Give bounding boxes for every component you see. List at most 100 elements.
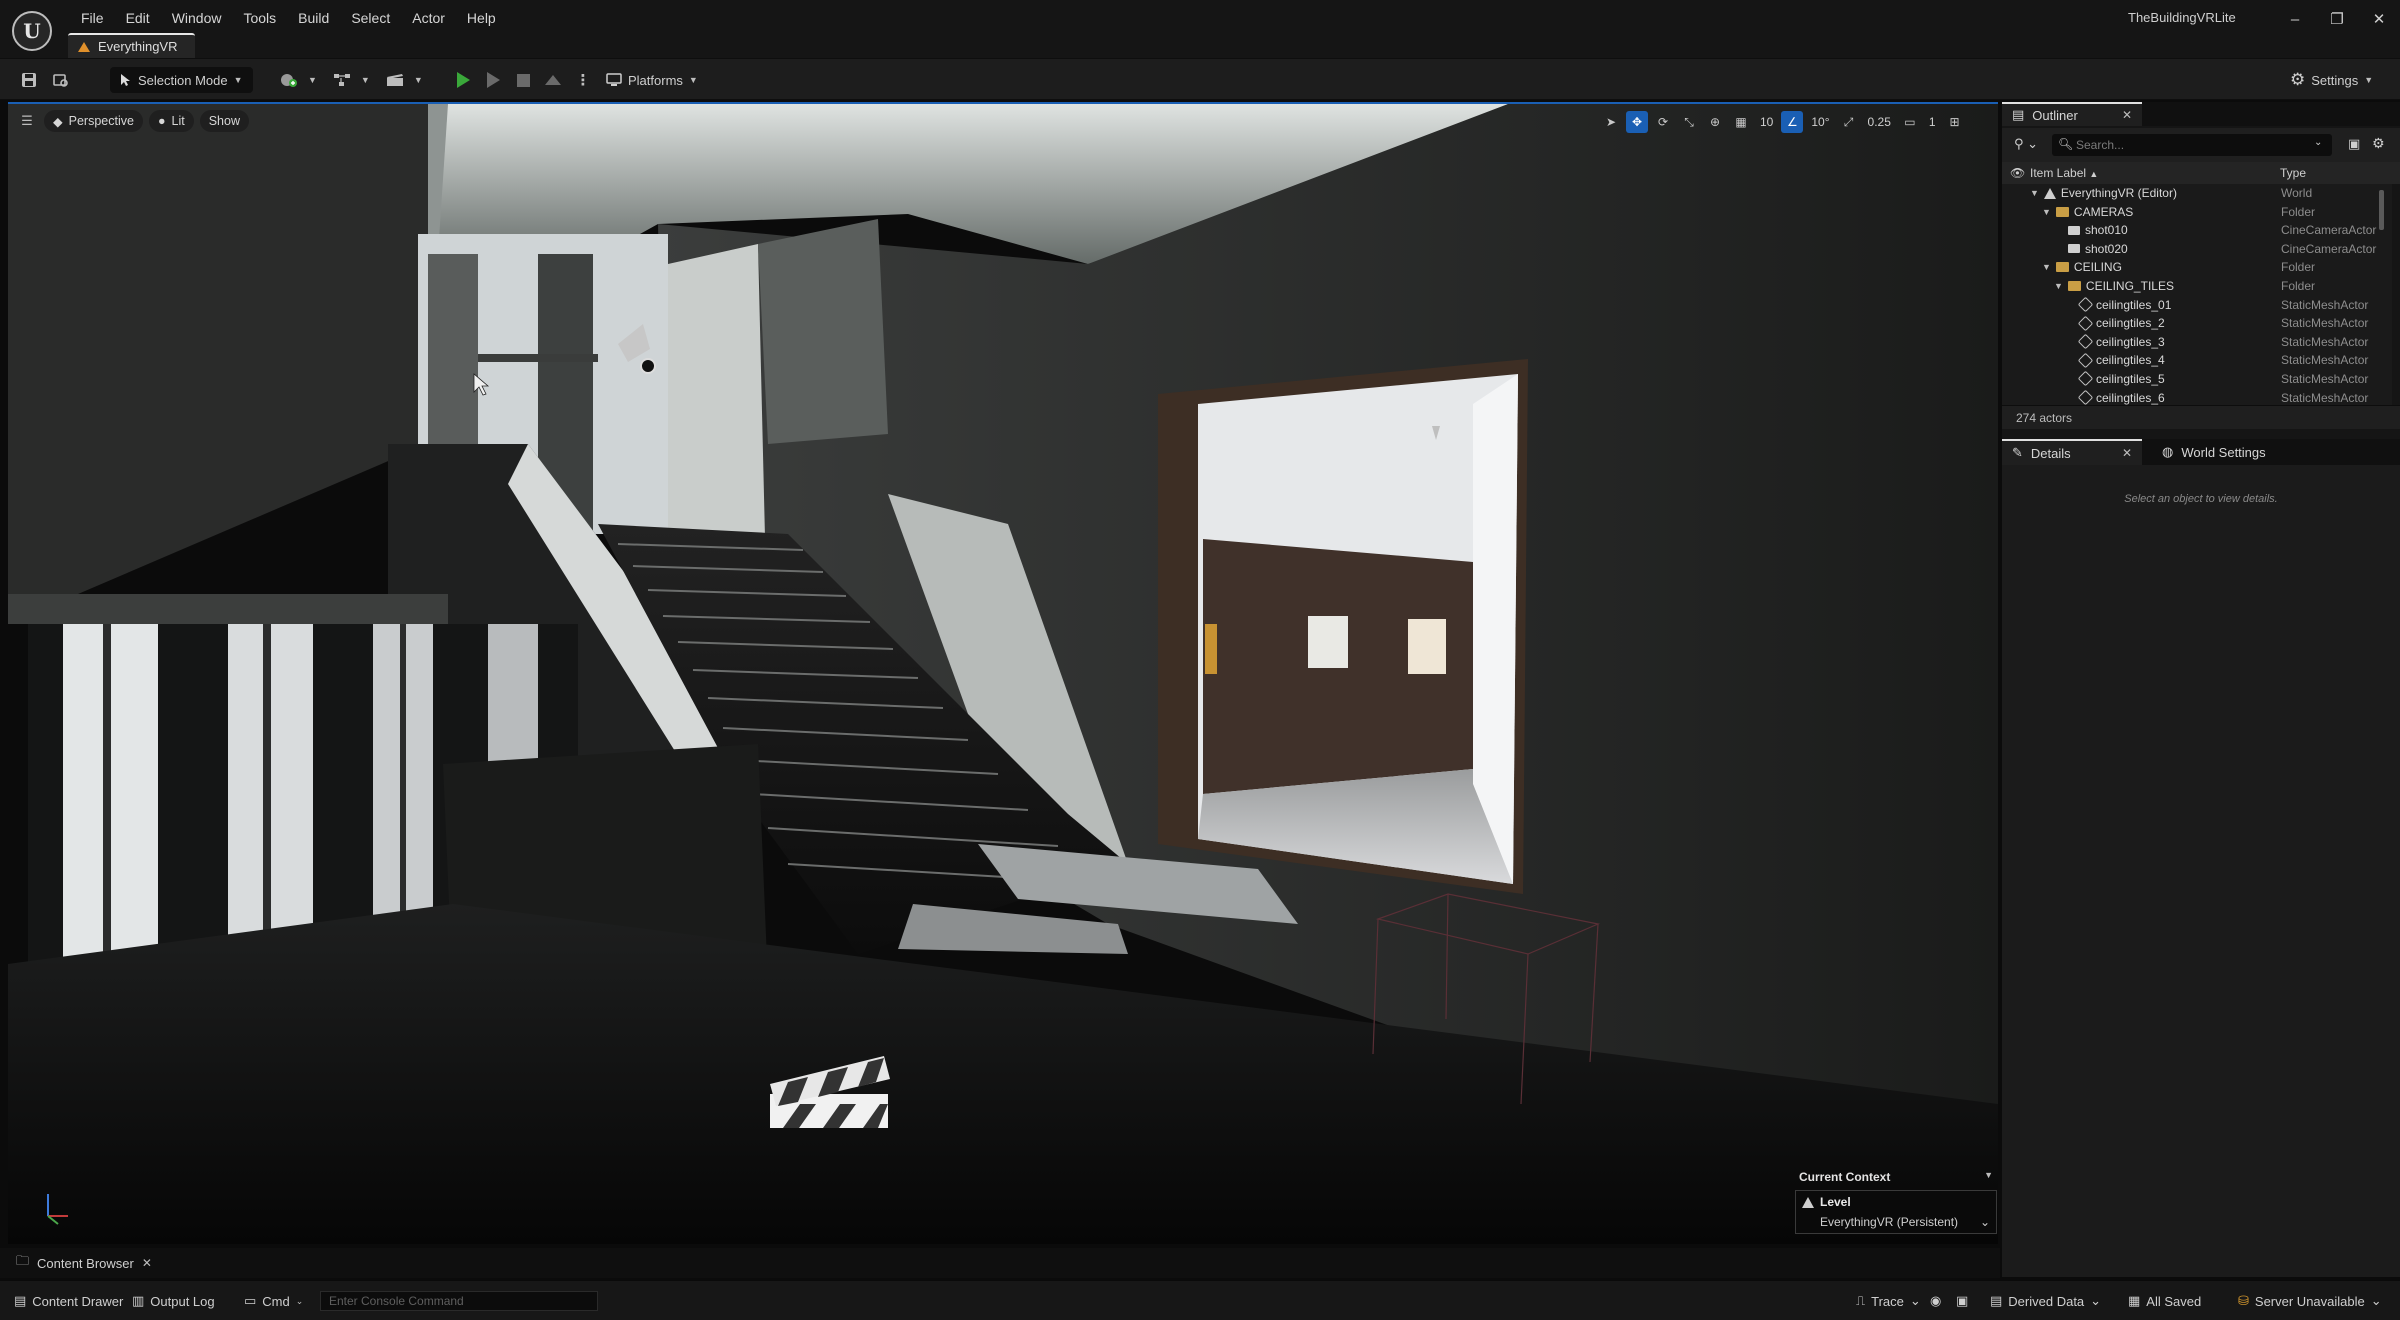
outliner-row[interactable]: shot020 CineCameraActor — [2002, 240, 2392, 259]
search-input[interactable]: Search... — [2052, 134, 2332, 156]
item-label-column[interactable]: Item Label ▲ — [2030, 166, 2098, 180]
restore-button[interactable]: ❐ — [2326, 8, 2348, 30]
add-actor-icon[interactable] — [276, 67, 302, 93]
content-drawer-button[interactable]: ▤ Content Drawer — [14, 1289, 123, 1313]
outliner-row[interactable]: ceilingtiles_5 StaticMeshActor — [2002, 370, 2392, 389]
outliner-row[interactable]: ceilingtiles_3 StaticMeshActor — [2002, 333, 2392, 352]
title-bar: U File Edit Window Tools Build Select Actor Hel… — [0, 0, 2400, 58]
outliner-row[interactable]: ceilingtiles_2 StaticMeshActor — [2002, 314, 2392, 333]
outliner-row[interactable]: ▼ EverythingVR (Editor) World — [2002, 184, 2392, 203]
camera-speed-icon[interactable]: ▭ — [1899, 111, 1921, 133]
close-icon[interactable]: ✕ — [142, 1256, 152, 1270]
unreal-logo-icon[interactable]: U — [12, 11, 52, 51]
menu-tools[interactable]: Tools — [232, 7, 287, 29]
grid-snap-value[interactable]: 10 — [1756, 115, 1777, 129]
world-settings-tab[interactable]: ◍ World Settings — [2152, 439, 2276, 465]
cinematics-icon[interactable] — [382, 67, 408, 93]
outliner-row[interactable]: ▼ CEILING_TILES Folder — [2002, 277, 2392, 296]
rotate-icon[interactable]: ⟳ — [1652, 111, 1674, 133]
scale-snap-icon[interactable]: ⤢ — [1838, 111, 1860, 133]
folder-icon — [2055, 206, 2069, 217]
outliner-row[interactable]: shot010 CineCameraActor — [2002, 221, 2392, 240]
rotation-snap-value[interactable]: 10° — [1807, 115, 1833, 129]
lit-label: Lit — [171, 114, 185, 128]
scale-icon[interactable]: ⤡ — [1678, 111, 1700, 133]
chevron-down-icon[interactable]: ▼ — [1984, 1170, 1993, 1184]
outliner-tab[interactable]: ▤ Outliner ✕ — [2002, 102, 2142, 126]
console-command-input[interactable]: Enter Console Command — [320, 1291, 598, 1311]
eject-icon[interactable] — [540, 67, 566, 93]
chevron-down-icon[interactable]: ▼ — [361, 75, 370, 85]
level-selector[interactable]: EverythingVR (Persistent) ⌄ — [1802, 1215, 1990, 1229]
folder-icon: 🗀︎ — [16, 1253, 30, 1268]
visibility-eye-icon[interactable]: 👁︎ — [2010, 166, 2025, 180]
output-log-button[interactable]: ▥ Output Log — [132, 1289, 215, 1313]
expand-arrow-icon[interactable]: ▼ — [2042, 207, 2051, 217]
menu-edit[interactable]: Edit — [115, 7, 161, 29]
menu-select[interactable]: Select — [340, 7, 401, 29]
chevron-down-icon[interactable]: ▼ — [414, 75, 423, 85]
hamburger-menu-icon[interactable]: ☰ — [16, 110, 38, 132]
outliner-row[interactable]: ▼ CEILING Folder — [2002, 258, 2392, 277]
outliner-scrollbar[interactable] — [2379, 190, 2384, 230]
world-space-icon[interactable]: ⊕ — [1704, 111, 1726, 133]
cmd-dropdown[interactable]: ▭ Cmd ⌄ — [244, 1289, 303, 1313]
minimize-button[interactable]: – — [2284, 8, 2306, 30]
menu-build[interactable]: Build — [287, 7, 340, 29]
log-icon: ▥ — [132, 1293, 145, 1308]
type-column[interactable]: Type — [2280, 166, 2306, 180]
play-next-icon[interactable] — [480, 67, 506, 93]
outliner-row[interactable]: ceilingtiles_4 StaticMeshActor — [2002, 351, 2392, 370]
close-button[interactable]: ✕ — [2368, 8, 2390, 30]
static-mesh-icon — [2077, 389, 2094, 405]
show-button[interactable]: Show — [199, 110, 249, 132]
expand-arrow-icon[interactable]: ▼ — [2042, 262, 2051, 272]
screenshot-icon[interactable]: ▣ — [1956, 1289, 1968, 1313]
grid-snap-icon[interactable]: ▦ — [1730, 111, 1752, 133]
platforms-dropdown[interactable]: Platforms ▼ — [600, 67, 704, 93]
chevron-down-icon[interactable]: ⌄ — [2314, 137, 2322, 148]
record-icon[interactable]: ◉ — [1930, 1289, 1941, 1313]
outliner-row[interactable]: ▼ CAMERAS Folder — [2002, 203, 2392, 222]
settings-button[interactable]: ⚙ Settings ▼ — [2290, 67, 2373, 93]
selection-mode-dropdown[interactable]: Selection Mode ▼ — [110, 67, 253, 93]
scale-snap-value[interactable]: 0.25 — [1864, 115, 1895, 129]
more-options-icon[interactable]: ⋮ — [570, 67, 596, 93]
menu-actor[interactable]: Actor — [401, 7, 456, 29]
outliner-row[interactable]: ceilingtiles_6 StaticMeshActor — [2002, 389, 2392, 405]
expand-arrow-icon[interactable]: ▼ — [2054, 281, 2063, 291]
outliner-row[interactable]: ceilingtiles_01 StaticMeshActor — [2002, 296, 2392, 315]
add-folder-icon[interactable]: ▣ — [2348, 136, 2360, 152]
close-icon[interactable]: ✕ — [2122, 108, 2132, 122]
source-control-button[interactable]: ⛁ Server Unavailable ⌄ — [2238, 1289, 2382, 1313]
viewport-layout-icon[interactable]: ⊞ — [1944, 111, 1966, 133]
trace-dropdown[interactable]: ⎍ Trace ⌄ — [1856, 1289, 1921, 1313]
derived-data-button[interactable]: ▤ Derived Data ⌄ — [1990, 1289, 2101, 1313]
gear-icon[interactable]: ⚙ — [2372, 135, 2385, 152]
close-icon[interactable]: ✕ — [2122, 446, 2132, 460]
expand-arrow-icon[interactable]: ▼ — [2030, 188, 2039, 198]
stop-icon[interactable] — [510, 67, 536, 93]
menu-help[interactable]: Help — [456, 7, 507, 29]
save-icon[interactable] — [16, 67, 42, 93]
play-icon[interactable] — [450, 67, 476, 93]
perspective-button[interactable]: ◆ Perspective — [44, 110, 143, 132]
content-browser-tab[interactable]: 🗀︎ Content Browser ✕ — [6, 1251, 162, 1275]
rotation-snap-icon[interactable]: ∠ — [1781, 111, 1804, 133]
outliner-tab-label: Outliner — [2032, 107, 2078, 123]
lit-button[interactable]: ● Lit — [148, 110, 194, 132]
all-saved-button[interactable]: ▦ All Saved — [2128, 1289, 2201, 1313]
menu-file[interactable]: File — [70, 7, 115, 29]
level-tab[interactable]: EverythingVR — [68, 33, 196, 58]
menu-window[interactable]: Window — [161, 7, 233, 29]
chevron-down-icon[interactable]: ▼ — [308, 75, 317, 85]
current-context-title: Current Context — [1799, 1170, 1891, 1184]
blueprint-icon[interactable] — [329, 67, 355, 93]
select-mode-icon[interactable]: ➤ — [1600, 111, 1622, 133]
details-tab[interactable]: ✎ Details ✕ — [2002, 439, 2142, 465]
translate-icon[interactable]: ✥ — [1626, 111, 1648, 133]
camera-speed-value[interactable]: 1 — [1925, 115, 1940, 129]
browse-icon[interactable] — [48, 67, 74, 93]
level-viewport[interactable]: ☰ ◆ Perspective ● Lit Show ➤ ✥ ⟳ ⤡ ⊕ ▦ 1… — [8, 102, 1998, 1244]
filter-icon[interactable]: ⚲ ⌄ — [2014, 136, 2038, 152]
